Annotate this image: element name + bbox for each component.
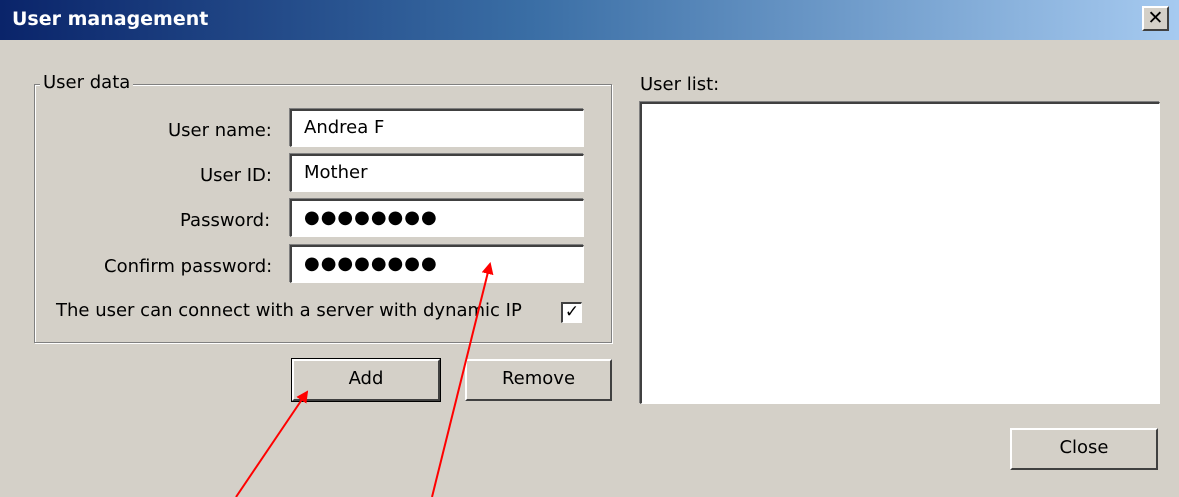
annotation-arrow-add	[235, 390, 309, 497]
annotation-arrows	[235, 262, 494, 497]
user-management-dialog: User management ✕ User data User name: A…	[0, 0, 1179, 497]
annotation-arrow-confirm-password	[431, 262, 494, 497]
